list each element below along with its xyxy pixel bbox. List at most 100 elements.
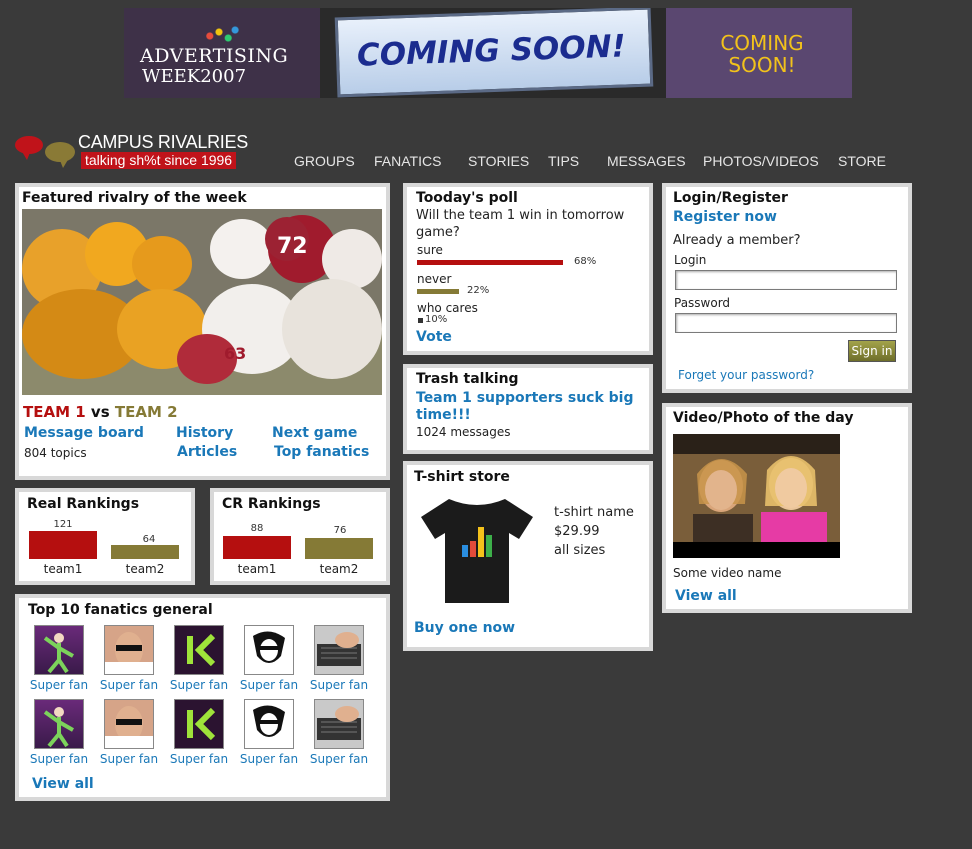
poll-bar-sure (417, 260, 563, 265)
video-title: Video/Photo of the day (673, 410, 854, 426)
sign-in-button[interactable]: Sign in (848, 340, 896, 362)
already-member-text: Already a member? (673, 233, 801, 248)
fan-avatar[interactable] (104, 625, 154, 675)
advertising-week-logo: ADVERTISING WEEK2007 (124, 8, 320, 98)
poll-option-label[interactable]: who cares (417, 301, 478, 315)
login-label: Login (674, 253, 707, 267)
tshirt-price: $29.99 (554, 524, 600, 539)
buy-one-now-link[interactable]: Buy one now (414, 620, 515, 636)
trash-headline-link[interactable]: Team 1 supporters suck big time!!! (416, 390, 636, 424)
ranking-value: 64 (142, 534, 156, 545)
fan-label[interactable]: Super fan (94, 752, 164, 766)
k-logo-icon (187, 633, 216, 667)
sunglasses-man-icon (105, 706, 153, 748)
fan-avatar[interactable] (244, 699, 294, 749)
ranking-label: team2 (319, 562, 359, 576)
trash-title: Trash talking (416, 371, 519, 387)
real-rankings-title: Real Rankings (27, 496, 140, 512)
message-board-link[interactable]: Message board (24, 425, 144, 441)
register-now-link[interactable]: Register now (673, 209, 777, 225)
poll-bar-never (417, 289, 459, 294)
keyboard-icon (317, 706, 361, 740)
fan-avatar[interactable] (244, 625, 294, 675)
ranking-value: 88 (250, 523, 264, 534)
rockstar-icon (253, 631, 285, 663)
banner-brand-line1: ADVERTISING (140, 45, 289, 67)
nav-tips[interactable]: TIPS (548, 153, 579, 169)
site-logo[interactable]: CAMPUS RIVALRIES talking sh%t since 1996 (15, 132, 255, 172)
top-fanatics-link[interactable]: Top fanatics (274, 444, 369, 460)
nav-fanatics[interactable]: FANATICS (374, 153, 441, 169)
fan-label[interactable]: Super fan (164, 752, 234, 766)
confetti-icon (196, 24, 242, 44)
tshirt-image[interactable] (419, 495, 535, 607)
ranking-label: team1 (237, 562, 277, 576)
video-player[interactable] (673, 434, 840, 558)
featured-rivalry-panel: Featured rivalry of the week 72 63 TEAM … (15, 183, 390, 480)
poll-option-label[interactable]: sure (417, 243, 443, 257)
fan-avatar[interactable] (34, 699, 84, 749)
fan-label[interactable]: Super fan (304, 678, 374, 692)
fan-label[interactable]: Super fan (234, 752, 304, 766)
articles-link[interactable]: Articles (177, 444, 237, 460)
login-panel: Login/Register Register now Already a me… (662, 183, 912, 393)
keyboard-icon (317, 632, 361, 666)
speech-bubble-icon (15, 136, 43, 160)
site-name: CAMPUS RIVALRIES (78, 132, 248, 152)
poll-percent: 10% (425, 314, 448, 325)
poll-option-label[interactable]: never (417, 272, 451, 286)
nav-groups[interactable]: GROUPS (294, 153, 355, 169)
fan-avatar[interactable] (314, 625, 364, 675)
svg-text:63: 63 (224, 344, 246, 363)
nav-store[interactable]: STORE (838, 153, 886, 169)
real-rankings-panel: Real Rankings 121 team1 64 team2 (15, 488, 195, 585)
poll-percent: 22% (467, 285, 490, 296)
video-view-all-link[interactable]: View all (675, 588, 737, 604)
top-fanatics-title: Top 10 fanatics general (28, 602, 213, 618)
forgot-password-link[interactable]: Forget your password? (678, 368, 814, 382)
password-input[interactable] (675, 313, 897, 333)
ranking-value: 121 (53, 519, 73, 530)
fan-avatar[interactable] (34, 625, 84, 675)
next-game-link[interactable]: Next game (272, 425, 357, 441)
fan-label[interactable]: Super fan (24, 752, 94, 766)
fan-avatar[interactable] (174, 625, 224, 675)
featured-photo[interactable]: 72 63 (22, 209, 382, 395)
svg-text:72: 72 (277, 234, 308, 259)
nav-stories[interactable]: STORIES (468, 153, 529, 169)
fan-label[interactable]: Super fan (304, 752, 374, 766)
poll-panel: Tooday's poll Will the team 1 win in tom… (403, 183, 653, 355)
login-title: Login/Register (673, 190, 788, 206)
tshirt-title: T-shirt store (414, 469, 510, 485)
poll-percent: 68% (574, 256, 597, 267)
login-input[interactable] (675, 270, 897, 290)
tshirt-store-panel: T-shirt store t-shirt name $29.99 all si… (403, 461, 653, 651)
team1-name: TEAM 1 (23, 403, 86, 421)
fan-avatar[interactable] (104, 699, 154, 749)
trash-talking-panel: Trash talking Team 1 supporters suck big… (403, 364, 653, 454)
fan-label[interactable]: Super fan (164, 678, 234, 692)
nav-photos-videos[interactable]: PHOTOS/VIDEOS (703, 153, 819, 169)
cr-rankings-title: CR Rankings (222, 496, 321, 512)
vote-link[interactable]: Vote (416, 329, 452, 345)
fan-avatar[interactable] (314, 699, 364, 749)
football-players-image: 72 63 (22, 209, 382, 395)
fanatics-view-all-link[interactable]: View all (32, 776, 94, 792)
fan-label[interactable]: Super fan (94, 678, 164, 692)
fan-label[interactable]: Super fan (234, 678, 304, 692)
dancer-icon (43, 707, 74, 748)
ranking-bar-team1 (29, 531, 97, 559)
fan-avatar[interactable] (174, 699, 224, 749)
tshirt-sizes: all sizes (554, 543, 606, 558)
advertising-banner[interactable]: ADVERTISING WEEK2007 COMING SOON! COMING… (124, 8, 852, 98)
cr-rankings-panel: CR Rankings 88 team1 76 team2 (210, 488, 390, 585)
fan-label[interactable]: Super fan (24, 678, 94, 692)
vs-text: vs (90, 403, 110, 421)
ranking-label: team1 (43, 562, 83, 576)
nav-messages[interactable]: MESSAGES (607, 153, 686, 169)
banner-right-text: COMING SOON! (720, 31, 804, 77)
history-link[interactable]: History (176, 425, 233, 441)
poll-bar-who-cares (418, 318, 423, 323)
video-thumbnail (673, 434, 840, 558)
banner-sign-text: COMING SOON! (356, 28, 627, 74)
